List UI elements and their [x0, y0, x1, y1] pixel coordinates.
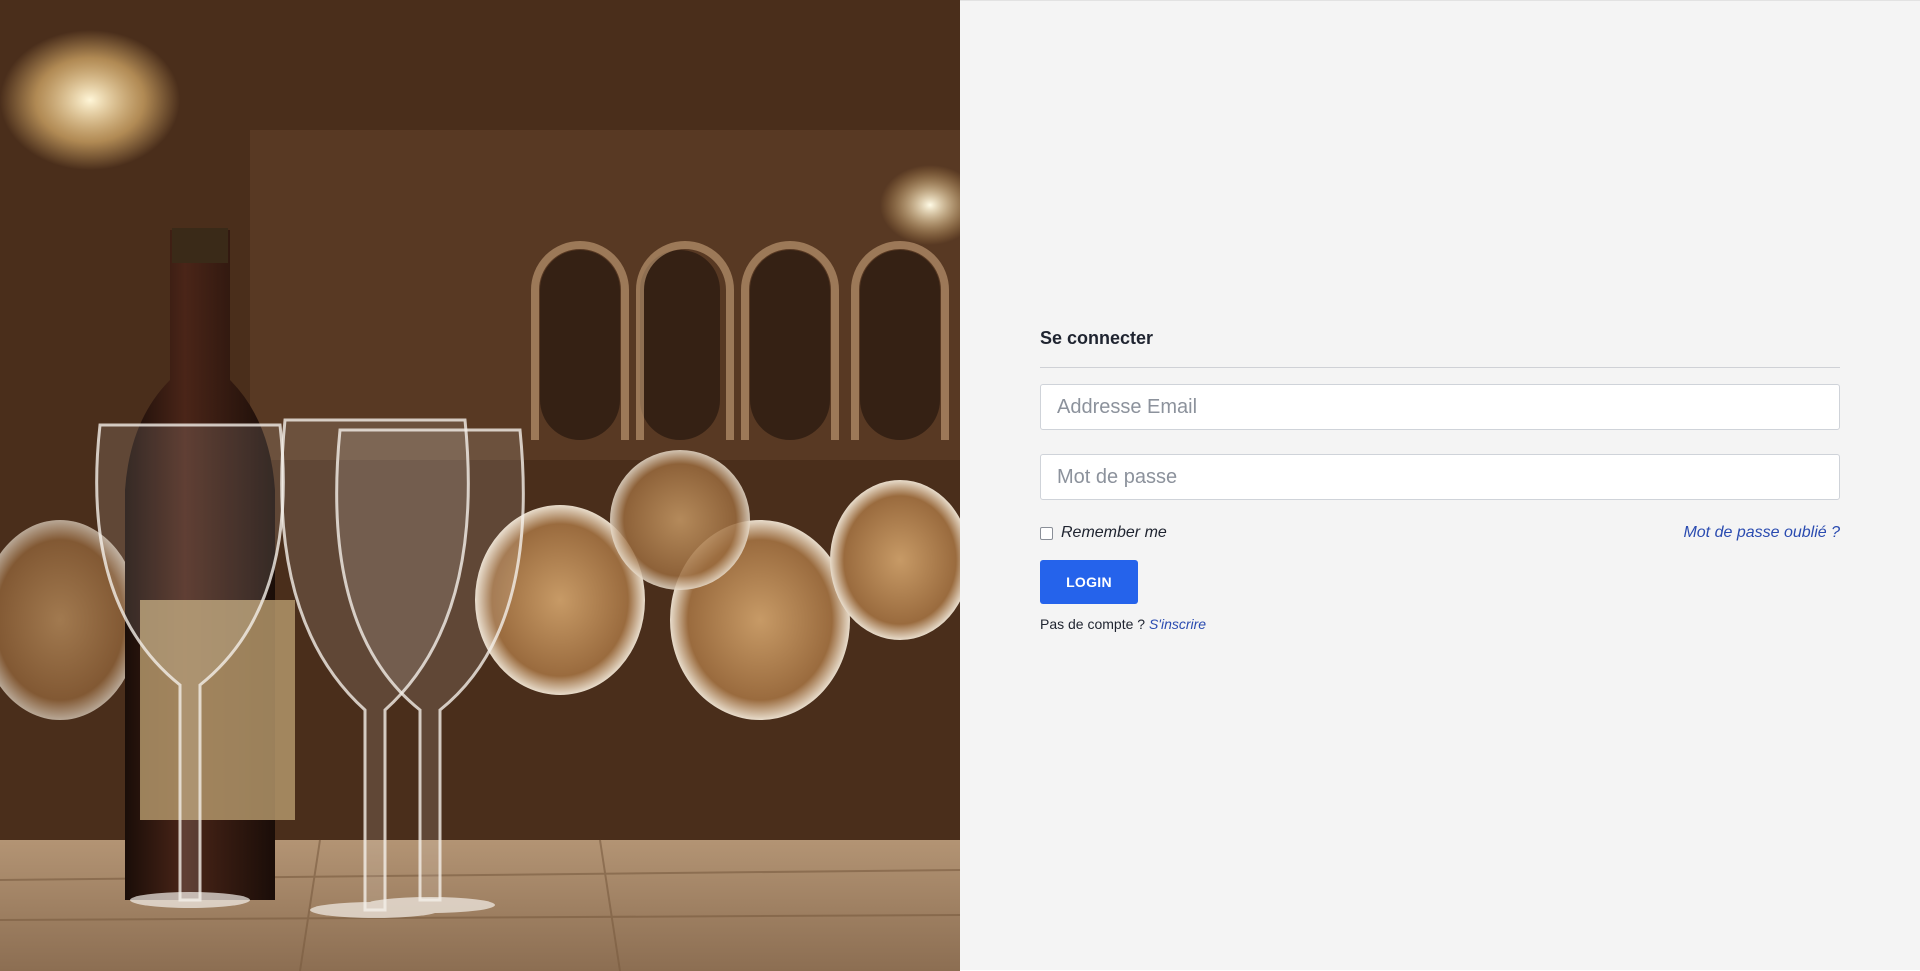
forgot-password-link[interactable]: Mot de passe oublié ?	[1683, 524, 1840, 542]
login-button[interactable]: LOGIN	[1040, 560, 1138, 604]
remember-me-label: Remember me	[1061, 524, 1167, 541]
login-title: Se connecter	[1040, 328, 1154, 348]
options-row: Remember me Mot de passe oublié ?	[1040, 522, 1840, 544]
remember-me[interactable]: Remember me	[1040, 524, 1167, 542]
remember-me-checkbox[interactable]	[1040, 526, 1053, 540]
no-account-text: Pas de compte ?	[1040, 616, 1146, 632]
password-input[interactable]	[1040, 454, 1840, 500]
signup-link[interactable]: S'inscrire	[1149, 616, 1206, 632]
title-divider	[1040, 367, 1840, 368]
wine-cellar-hero-image	[0, 0, 960, 971]
signup-prompt: Pas de compte ? S'inscrire	[1040, 616, 1840, 632]
wine-cellar-illustration	[0, 0, 960, 971]
login-page: Se connecter Remember me Mot de passe ou…	[0, 0, 1920, 971]
login-form: Se connecter Remember me Mot de passe ou…	[1040, 323, 1840, 632]
login-panel: Se connecter Remember me Mot de passe ou…	[960, 0, 1920, 970]
email-input[interactable]	[1040, 384, 1840, 430]
